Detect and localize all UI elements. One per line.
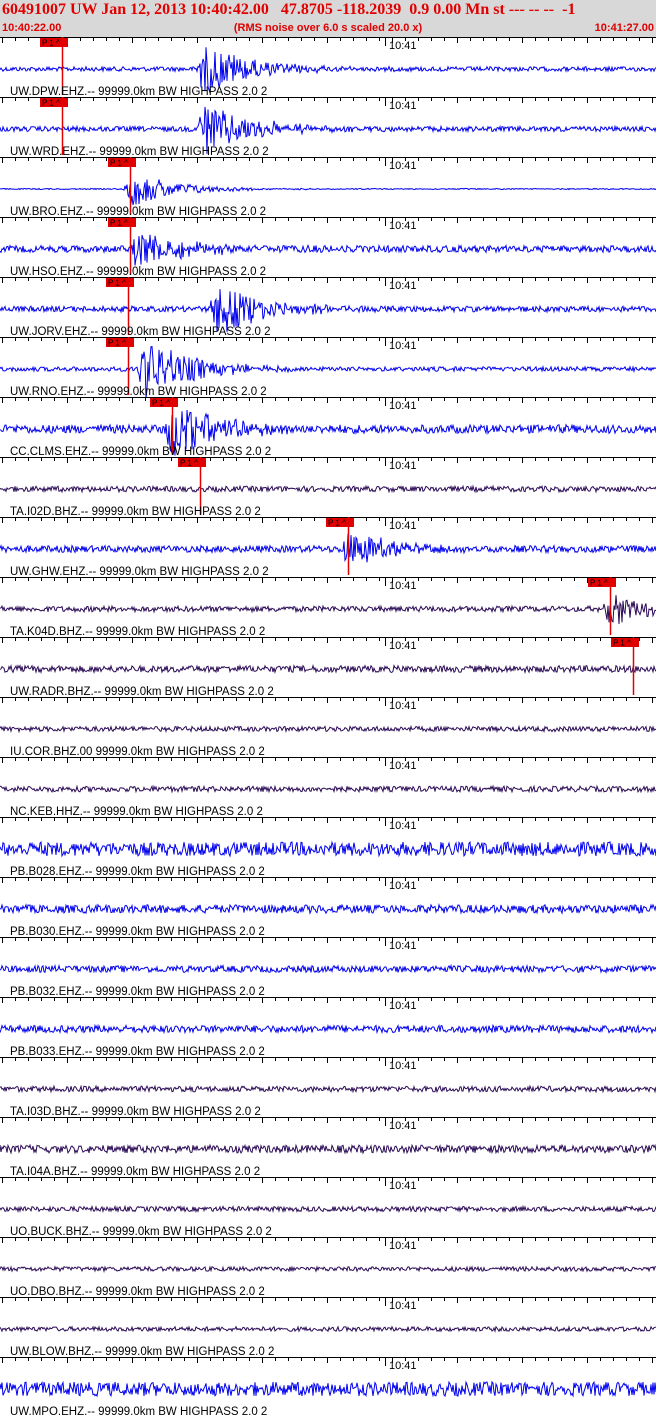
minute-marker-label: 10:41	[389, 400, 417, 412]
minute-marker-label: 10:41	[389, 1180, 417, 1192]
trace-label: PB.B028.EHZ.-- 99999.0km BW HIGHPASS 2.0…	[10, 866, 265, 878]
pick-label: P 1 ^	[180, 459, 198, 468]
trace-label: UW.RADR.BHZ.-- 99999.0km BW HIGHPASS 2.0…	[10, 686, 274, 698]
rms-subtitle: (RMS noise over 6.0 s scaled 20.0 x)	[233, 22, 423, 34]
event-title: 60491007 UW Jan 12, 2013 10:40:42.00 47.…	[2, 1, 576, 18]
trace-label: IU.COR.BHZ.00 99999.0km BW HIGHPASS 2.0 …	[10, 746, 265, 758]
minute-marker-label: 10:41	[389, 1300, 417, 1312]
trace-label: UW.JORV.EHZ.-- 99999.0km BW HIGHPASS 2.0…	[10, 326, 271, 338]
minute-marker-label: 10:41	[389, 220, 417, 232]
trace-label: PB.B032.EHZ.-- 99999.0km BW HIGHPASS 2.0…	[10, 986, 265, 998]
minute-marker-label: 10:41	[389, 580, 417, 592]
waveform	[0, 663, 656, 675]
minute-marker-label: 10:41	[389, 940, 417, 952]
pick-label: P 1 ^	[42, 39, 60, 48]
minute-marker-label: 10:41	[389, 1240, 417, 1252]
pick-label: P 1 ^	[110, 219, 128, 228]
trace-label: CC.CLMS.EHZ.-- 99999.0km BW HIGHPASS 2.0…	[10, 446, 271, 458]
trace-label: UO.BUCK.BHZ.-- 99999.0km BW HIGHPASS 2.0…	[10, 1226, 272, 1238]
waveform	[0, 902, 656, 915]
minute-marker-label: 10:41	[389, 460, 417, 472]
trace-label: UW.GHW.EHZ.-- 99999.0km BW HIGHPASS 2.0 …	[10, 566, 269, 578]
minute-marker-label: 10:41	[389, 1360, 417, 1372]
trace-label: TA.I04A.BHZ.-- 99999.0km BW HIGHPASS 2.0…	[10, 1166, 260, 1178]
minute-marker-label: 10:41	[389, 100, 417, 112]
trace-label: UW.WRD.EHZ.-- 99999.0km BW HIGHPASS 2.0 …	[10, 146, 269, 158]
waveform	[0, 1204, 656, 1214]
trace-label: UW.DPW.EHZ.-- 99999.0km BW HIGHPASS 2.0 …	[10, 86, 267, 98]
trace-label: PB.B030.EHZ.-- 99999.0km BW HIGHPASS 2.0…	[10, 926, 265, 938]
waveform	[0, 724, 656, 734]
trace-label: TA.I02D.BHZ.-- 99999.0km BW HIGHPASS 2.0…	[10, 506, 261, 518]
waveform	[0, 1325, 656, 1333]
trace-label: UW.HSO.EHZ.-- 99999.0km BW HIGHPASS 2.0 …	[10, 266, 266, 278]
waveform	[0, 533, 656, 563]
waveform	[0, 963, 656, 975]
minute-marker-label: 10:41	[389, 640, 417, 652]
trace-label: NC.KEB.HHZ.-- 99999.0km BW HIGHPASS 2.0 …	[10, 806, 263, 818]
pick-label: P 1 ^	[108, 339, 126, 348]
pick-label: P 1 ^	[152, 399, 170, 408]
waveform	[0, 1380, 656, 1398]
trace-label: UO.DBO.BHZ.-- 99999.0km BW HIGHPASS 2.0 …	[10, 1286, 265, 1298]
seismogram-panel: 10:41P 1 ^UW.DPW.EHZ.-- 99999.0km BW HIG…	[0, 37, 656, 1418]
trace-label: TA.I03D.BHZ.-- 99999.0km BW HIGHPASS 2.0…	[10, 1106, 261, 1118]
minute-marker-label: 10:41	[389, 700, 417, 712]
minute-marker-label: 10:41	[389, 280, 417, 292]
pick-label: P 1 ^	[42, 99, 60, 108]
waveform	[0, 484, 656, 494]
trace-label: TA.K04D.BHZ.-- 99999.0km BW HIGHPASS 2.0…	[10, 626, 265, 638]
minute-marker-label: 10:41	[389, 1060, 417, 1072]
waveform	[0, 179, 656, 206]
waveform	[0, 784, 656, 794]
minute-marker-label: 10:41	[389, 1000, 417, 1012]
minute-marker-label: 10:41	[389, 820, 417, 832]
waveform	[0, 1143, 656, 1155]
minute-marker-label: 10:41	[389, 520, 417, 532]
pick-label: P 1 ^	[108, 279, 126, 288]
waveform	[0, 1023, 656, 1035]
end-time: 10:41:27.00	[594, 22, 654, 34]
pick-label: P 1 ^	[328, 519, 346, 528]
pick-label: P 1 ^	[110, 159, 128, 168]
trace-label: UW.MPO.EHZ.-- 99999.0km BW HIGHPASS 2.0 …	[10, 1406, 267, 1418]
minute-marker-label: 10:41	[389, 1120, 417, 1132]
trace-label: UW.BRO.EHZ.-- 99999.0km BW HIGHPASS 2.0 …	[10, 206, 266, 218]
pick-label: P 1 ^	[613, 639, 631, 648]
trace-label: PB.B033.EHZ.-- 99999.0km BW HIGHPASS 2.0…	[10, 1046, 265, 1058]
waveform	[0, 234, 656, 266]
minute-marker-label: 10:41	[389, 40, 417, 52]
header-bar: 60491007 UW Jan 12, 2013 10:40:42.00 47.…	[0, 0, 656, 37]
minute-marker-label: 10:41	[389, 340, 417, 352]
pick-label: P 1 ^	[590, 579, 608, 588]
minute-marker-label: 10:41	[389, 880, 417, 892]
waveform	[0, 595, 656, 625]
trace-label: UW.RNO.EHZ.-- 99999.0km BW HIGHPASS 2.0 …	[10, 386, 267, 398]
waveform	[0, 1265, 656, 1274]
minute-marker-label: 10:41	[389, 160, 417, 172]
minute-marker-label: 10:41	[389, 760, 417, 772]
waveform	[0, 1084, 656, 1094]
waveform	[0, 840, 656, 858]
trace-label: UW.BLOW.BHZ.-- 99999.0km BW HIGHPASS 2.0…	[10, 1346, 274, 1358]
